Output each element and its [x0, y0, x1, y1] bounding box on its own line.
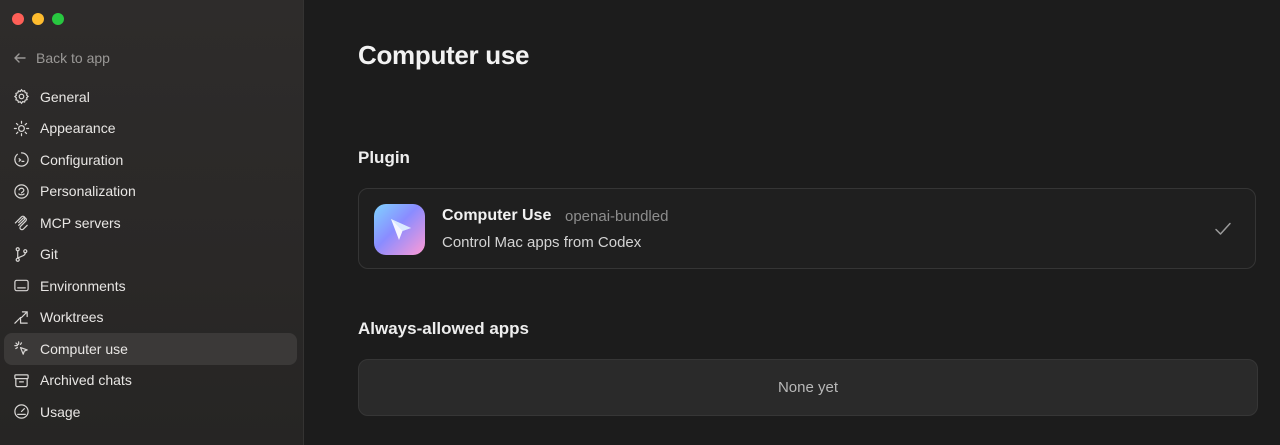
mcp-icon	[12, 214, 30, 232]
sidebar-item-label: Usage	[40, 403, 81, 420]
sidebar-item-label: Appearance	[40, 120, 116, 137]
zoom-window-button[interactable]	[52, 13, 64, 25]
worktree-icon	[12, 308, 30, 326]
monitor-icon	[12, 277, 30, 295]
plugin-name: Computer Use	[442, 207, 552, 224]
sidebar-item-usage[interactable]: Usage	[4, 396, 297, 428]
sidebar-item-computer-use[interactable]: Computer use	[4, 333, 297, 365]
sidebar-item-label: General	[40, 88, 90, 105]
personalization-icon	[12, 182, 30, 200]
sidebar-item-label: Git	[40, 246, 58, 263]
plugin-section-title: Plugin	[358, 148, 410, 167]
sidebar-item-configuration[interactable]: Configuration	[4, 144, 297, 176]
sidebar-item-label: Configuration	[40, 151, 124, 168]
sidebar-item-archived-chats[interactable]: Archived chats	[4, 365, 297, 397]
config-icon	[12, 151, 30, 169]
sidebar-item-general[interactable]: General	[4, 81, 297, 113]
sidebar-item-label: MCP servers	[40, 214, 121, 231]
gauge-icon	[12, 403, 30, 421]
sidebar: Back to app General Appearance Configura…	[0, 0, 304, 445]
sidebar-item-appearance[interactable]: Appearance	[4, 113, 297, 145]
settings-nav: General Appearance Configuration Persona…	[4, 81, 297, 428]
main-content: Computer use Plugin Computer Use openai-…	[305, 0, 1280, 445]
checkmark-icon	[1215, 222, 1231, 235]
minimize-window-button[interactable]	[32, 13, 44, 25]
cursor-click-icon	[12, 340, 30, 358]
allowed-apps-section-title: Always-allowed apps	[358, 319, 529, 338]
sidebar-item-environments[interactable]: Environments	[4, 270, 297, 302]
sidebar-item-label: Archived chats	[40, 372, 132, 389]
back-to-app-label: Back to app	[36, 50, 110, 66]
back-to-app-button[interactable]: Back to app	[12, 48, 110, 68]
plugin-source: openai-bundled	[565, 208, 669, 225]
sidebar-item-label: Computer use	[40, 340, 128, 357]
page-title: Computer use	[358, 40, 530, 70]
sidebar-item-personalization[interactable]: Personalization	[4, 176, 297, 208]
plugin-card[interactable]: Computer Use openai-bundled Control Mac …	[358, 188, 1256, 269]
arrow-left-icon	[14, 53, 26, 63]
close-window-button[interactable]	[12, 13, 24, 25]
sidebar-item-label: Personalization	[40, 183, 136, 200]
allowed-apps-empty-state: None yet	[358, 359, 1258, 416]
git-branch-icon	[12, 245, 30, 263]
sidebar-item-git[interactable]: Git	[4, 239, 297, 271]
gear-icon	[12, 88, 30, 106]
sun-icon	[12, 119, 30, 137]
window-controls	[12, 13, 64, 25]
empty-state-label: None yet	[777, 379, 839, 396]
sidebar-item-label: Environments	[40, 277, 126, 294]
sidebar-item-worktrees[interactable]: Worktrees	[4, 302, 297, 334]
sidebar-item-label: Worktrees	[40, 309, 104, 326]
sidebar-item-mcp-servers[interactable]: MCP servers	[4, 207, 297, 239]
computer-use-app-icon	[374, 204, 425, 255]
plugin-description: Control Mac apps from Codex	[442, 234, 642, 251]
archive-icon	[12, 371, 30, 389]
